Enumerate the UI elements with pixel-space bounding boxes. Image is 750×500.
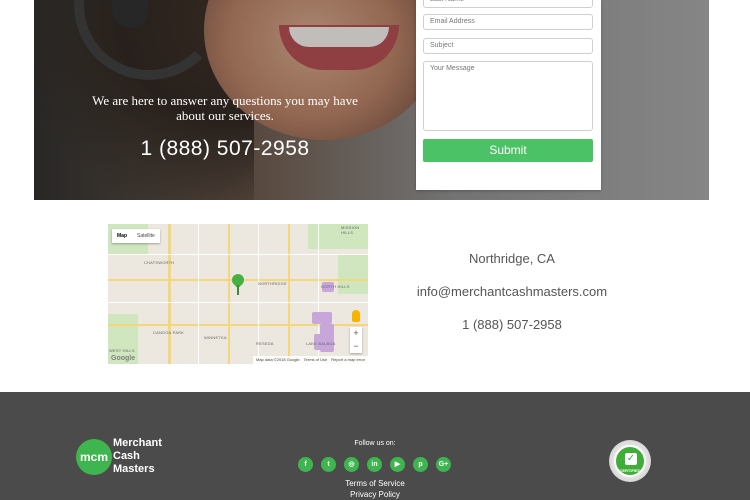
map-zoom-controls: + −	[350, 327, 362, 353]
submit-button[interactable]: Submit	[423, 139, 593, 162]
map-data-credit: Map data ©2018 Google	[255, 357, 300, 362]
badge-text: CERTIFIED	[619, 468, 641, 473]
terms-of-service-link[interactable]: Terms of Service	[300, 479, 450, 488]
map-place-label: CANOGA PARK	[153, 330, 185, 335]
name-field[interactable]: Last Name	[423, 0, 593, 8]
contact-email[interactable]: info@merchantcashmasters.com	[410, 281, 614, 314]
twitter-icon[interactable]: t	[321, 457, 336, 472]
contact-phone[interactable]: 1 (888) 507-2958	[410, 314, 614, 347]
map-place-label: NORTH HILLS	[321, 284, 350, 289]
privacy-policy-link[interactable]: Privacy Policy	[300, 490, 450, 499]
hero-text: We are here to answer any questions you …	[80, 93, 370, 161]
map-terms-link[interactable]: Terms of Use	[304, 356, 328, 364]
google-logo[interactable]: Google	[111, 355, 135, 362]
contact-location: Northridge, CA	[469, 251, 555, 266]
map-attribution: Map data ©2018 Google Terms of Use Repor…	[252, 356, 368, 364]
certified-badge: ✓ CERTIFIED	[609, 440, 651, 482]
hero-section: We are here to answer any questions you …	[0, 0, 750, 200]
zoom-out-button[interactable]: −	[350, 340, 362, 353]
map-place-label: WINNETKA	[204, 335, 227, 340]
map-place-label: RESEDA	[256, 341, 274, 346]
map-place-label: WEST HILLS	[109, 348, 135, 353]
map-place-label: CHATSWORTH	[144, 260, 175, 265]
zoom-in-button[interactable]: +	[350, 327, 362, 340]
google-plus-icon[interactable]: G+	[436, 457, 451, 472]
location-map[interactable]: Map Satellite MISSION HILLS CHATSWORTH N…	[108, 224, 368, 364]
satellite-view-button[interactable]: Satellite	[132, 229, 160, 243]
map-view-button[interactable]: Map	[112, 229, 132, 243]
facebook-icon[interactable]: f	[298, 457, 313, 472]
instagram-icon[interactable]: ◎	[344, 457, 359, 472]
pegman-icon[interactable]	[352, 310, 360, 322]
youtube-icon[interactable]: ▶	[390, 457, 405, 472]
hero-phone[interactable]: 1 (888) 507-2958	[80, 137, 370, 161]
map-place-label: MISSION HILLS	[341, 225, 360, 235]
contact-info: Northridge, CA info@merchantcashmasters.…	[410, 248, 614, 347]
map-type-toggle: Map Satellite	[112, 229, 160, 243]
email-field[interactable]: Email Address	[423, 14, 593, 30]
map-place-label: LAKE BALBOA	[306, 341, 336, 346]
pinterest-icon[interactable]: p	[413, 457, 428, 472]
map-report-link[interactable]: Report a map error	[331, 356, 365, 364]
follow-label: Follow us on:	[354, 440, 396, 447]
logo-text[interactable]: Merchant Cash Masters	[113, 437, 162, 476]
map-place-label: NORTHRIDGE	[258, 281, 287, 286]
hero-message: We are here to answer any questions you …	[92, 93, 358, 123]
logo-mark[interactable]: mcm	[76, 439, 112, 475]
message-field[interactable]: Your Message	[423, 61, 593, 131]
social-links: f t ◎ in ▶ p G+	[298, 457, 451, 472]
check-icon: ✓	[625, 453, 637, 465]
contact-form: Last Name Email Address Subject Your Mes…	[416, 0, 601, 190]
linkedin-icon[interactable]: in	[367, 457, 382, 472]
subject-field[interactable]: Subject	[423, 38, 593, 54]
